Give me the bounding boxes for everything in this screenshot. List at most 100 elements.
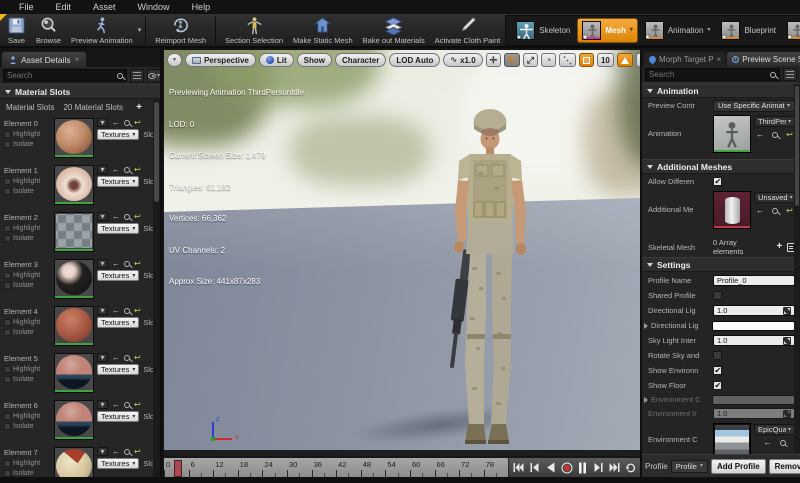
isolate-checkbox[interactable]: Isolate [4, 376, 54, 383]
animation-section-header[interactable]: Animation [642, 83, 800, 98]
isolate-checkbox[interactable]: Isolate [4, 423, 54, 430]
expander-icon[interactable] [644, 397, 648, 403]
view-options-button[interactable]: ▾ [147, 69, 161, 82]
highlight-checkbox[interactable]: Highlight [4, 460, 54, 467]
highlight-checkbox[interactable]: Highlight [4, 319, 54, 326]
tab-asset-details[interactable]: Asset Details × [2, 52, 86, 67]
directional-light-color-swatch[interactable] [712, 321, 795, 331]
lit-button[interactable]: Lit [259, 53, 294, 67]
textures-dropdown[interactable]: Textures▾ [97, 458, 139, 469]
use-selected-icon[interactable]: ← [112, 353, 120, 362]
expander-icon[interactable] [644, 323, 648, 329]
highlight-checkbox[interactable]: Highlight [4, 225, 54, 232]
asset-dropdown-button[interactable]: ▾ [97, 165, 108, 174]
reset-icon[interactable]: ↩ [134, 119, 141, 127]
perspective-button[interactable]: Perspective [185, 53, 256, 67]
reset-icon[interactable]: ↩ [134, 354, 141, 362]
preview-controller-dropdown[interactable]: Use Specific Animation▾ [713, 100, 795, 112]
browse-to-icon[interactable] [780, 440, 786, 446]
menu-edit[interactable]: Edit [45, 2, 83, 12]
use-selected-icon[interactable]: ← [112, 306, 120, 315]
material-thumbnail[interactable] [54, 353, 94, 393]
browse-to-icon[interactable] [124, 120, 130, 126]
checkbox[interactable] [4, 329, 11, 336]
surface-snap-button[interactable]: ⋱ [559, 53, 576, 67]
search-input[interactable] [7, 71, 117, 80]
checkbox[interactable] [4, 131, 11, 138]
record-button[interactable] [560, 461, 573, 474]
browse-to-icon[interactable] [124, 402, 130, 408]
mode-blueprint[interactable]: ★ Blueprint [718, 20, 779, 41]
checkbox[interactable] [4, 235, 11, 242]
step-back-button[interactable] [528, 461, 541, 474]
material-slots-header[interactable]: Material Slots [0, 84, 160, 99]
loop-button[interactable] [624, 461, 637, 474]
highlight-checkbox[interactable]: Highlight [4, 413, 54, 420]
tab-preview-scene-settings[interactable]: i Preview Scene S × [727, 52, 800, 66]
asset-dropdown-button[interactable]: ▾ [97, 400, 108, 409]
show-button[interactable]: Show [297, 53, 332, 67]
browse-to-icon[interactable] [772, 132, 778, 138]
asset-dropdown-button[interactable]: ▾ [97, 447, 108, 456]
additional-mesh-thumbnail[interactable] [713, 191, 751, 229]
right-panel-scrollbar[interactable] [794, 84, 800, 453]
play-reverse-button[interactable] [544, 461, 557, 474]
browse-to-icon[interactable] [772, 208, 778, 214]
rotation-snap-toggle[interactable] [617, 53, 633, 67]
use-selected-icon[interactable]: ← [112, 118, 120, 127]
textures-dropdown[interactable]: Textures▾ [97, 317, 139, 328]
grid-snap-toggle[interactable] [579, 53, 594, 67]
search-box[interactable] [645, 68, 780, 81]
checkbox[interactable] [4, 141, 11, 148]
isolate-checkbox[interactable]: Isolate [4, 188, 54, 195]
close-icon[interactable]: × [75, 55, 80, 64]
preview-animation-button[interactable]: Preview Animation [66, 14, 138, 46]
add-profile-button[interactable]: Add Profile [711, 459, 766, 474]
grid-snap-value[interactable]: 10 [597, 53, 614, 67]
mode-physics[interactable]: ★ Physics [784, 20, 800, 41]
go-to-front-button[interactable] [512, 461, 525, 474]
rotate-sky-checkbox[interactable] [713, 351, 722, 360]
scrollbar-thumb[interactable] [795, 86, 799, 206]
lod-auto-button[interactable]: LOD Auto [389, 53, 440, 67]
settings-section-header[interactable]: Settings [642, 257, 800, 272]
material-thumbnail[interactable] [54, 400, 94, 440]
activate-cloth-paint-button[interactable]: Activate Cloth Paint [430, 14, 505, 46]
display-options-button[interactable] [783, 68, 797, 81]
playback-speed-button[interactable]: ∿x1.0 [443, 53, 482, 67]
use-selected-icon[interactable]: ← [112, 447, 120, 456]
viewport-options-button[interactable]: ▼ [167, 53, 182, 67]
animation-asset-thumbnail[interactable] [713, 115, 751, 153]
browse-to-icon[interactable] [124, 355, 130, 361]
additional-meshes-section-header[interactable]: Additional Meshes [642, 159, 800, 174]
highlight-checkbox[interactable]: Highlight [4, 178, 54, 185]
reset-icon[interactable]: ↩ [134, 166, 141, 174]
highlight-checkbox[interactable]: Highlight [4, 366, 54, 373]
textures-dropdown[interactable]: Textures▾ [97, 411, 139, 422]
pause-button[interactable] [576, 461, 589, 474]
make-static-mesh-button[interactable]: Make Static Mesh [288, 14, 358, 46]
material-thumbnail[interactable] [54, 259, 94, 299]
animation-asset-dropdown[interactable]: ThirdPersonId▾ [754, 116, 795, 127]
textures-dropdown[interactable]: Textures▾ [97, 270, 139, 281]
checkbox[interactable] [4, 423, 11, 430]
profile-name-input[interactable]: Profile_0 [713, 275, 795, 286]
reset-icon[interactable]: ↩ [134, 448, 141, 456]
use-selected-icon[interactable]: ← [112, 400, 120, 409]
menu-help[interactable]: Help [181, 2, 222, 12]
add-slot-button[interactable]: + [136, 104, 142, 112]
checkbox[interactable] [4, 319, 11, 326]
character-button[interactable]: Character [335, 53, 386, 67]
textures-dropdown[interactable]: Textures▾ [97, 129, 139, 140]
reset-icon[interactable]: ↩ [134, 401, 141, 409]
directional-light-intensity-input[interactable]: 1.0 [713, 305, 795, 316]
isolate-checkbox[interactable]: Isolate [4, 141, 54, 148]
material-thumbnail[interactable] [54, 212, 94, 252]
mode-animation[interactable]: ★ Animation ▾ [642, 20, 714, 41]
asset-dropdown-button[interactable]: ▾ [97, 259, 108, 268]
checkbox[interactable] [4, 225, 11, 232]
checkbox[interactable] [4, 366, 11, 373]
use-selected-icon[interactable]: ← [112, 259, 120, 268]
shared-profile-checkbox[interactable] [713, 291, 722, 300]
world-local-toggle[interactable]: ◔ [541, 53, 556, 67]
